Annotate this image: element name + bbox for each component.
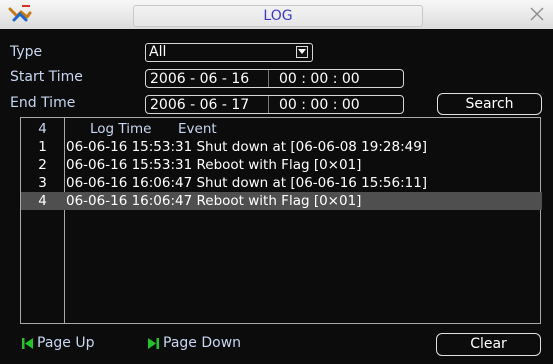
table-row[interactable]: 2 06-06-16 15:53:31 Reboot with Flag [0×… [21,156,542,174]
end-date-value: 2006 - 06 - 17 [150,97,250,113]
divider [268,70,269,87]
row-entry: 06-06-16 16:06:47 Reboot with Flag [0×01… [66,193,362,209]
logo-icon [8,5,32,22]
start-clock-value: 00 : 00 : 00 [279,71,360,87]
page-up-icon [22,338,33,349]
page-down-icon [148,338,159,349]
list-header: 4 Log Time Event [21,121,540,137]
row-index: 4 [38,193,47,209]
close-icon[interactable] [527,3,547,25]
clear-button[interactable]: Clear [436,333,541,356]
column-header-event: Event [178,121,217,137]
start-time-field[interactable]: 2006 - 06 - 16 00 : 00 : 00 [145,69,404,88]
log-count: 4 [38,121,47,137]
chevron-down-icon[interactable] [296,46,308,58]
type-label: Type [10,44,43,60]
page-down-label: Page Down [163,335,242,351]
row-index: 2 [38,157,47,173]
row-index: 1 [38,139,47,155]
table-row[interactable]: 1 06-06-16 15:53:31 Shut down at [06-06-… [21,138,542,156]
end-clock-value: 00 : 00 : 00 [279,97,360,113]
row-entry: 06-06-16 16:06:47 Shut down at [06-06-16… [66,175,428,191]
table-row[interactable]: 3 06-06-16 16:06:47 Shut down at [06-06-… [21,174,542,192]
end-time-field[interactable]: 2006 - 06 - 17 00 : 00 : 00 [145,95,404,114]
row-entry: 06-06-16 15:53:31 Reboot with Flag [0×01… [66,157,362,173]
end-time-label: End Time [10,95,76,111]
window-title: LOG [263,8,293,24]
start-time-label: Start Time [10,69,83,85]
search-button[interactable]: Search [437,93,542,115]
row-entry: 06-06-16 15:53:31 Shut down at [06-06-08… [66,139,428,155]
row-index: 3 [38,175,47,191]
log-window: LOG Type All Start Time 2006 - 06 - 16 0… [0,0,553,364]
log-list: 4 Log Time Event 1 06-06-16 15:53:31 Shu… [20,117,542,324]
type-value: All [149,44,167,60]
table-row-selected[interactable]: 4 06-06-16 16:06:47 Reboot with Flag [0×… [21,192,542,210]
column-header-log-time: Log Time [90,121,152,137]
divider [268,96,269,113]
start-date-value: 2006 - 06 - 16 [150,71,250,87]
title-bar: LOG [0,0,553,29]
page-up-label: Page Up [37,335,95,351]
type-dropdown[interactable]: All [145,43,313,62]
